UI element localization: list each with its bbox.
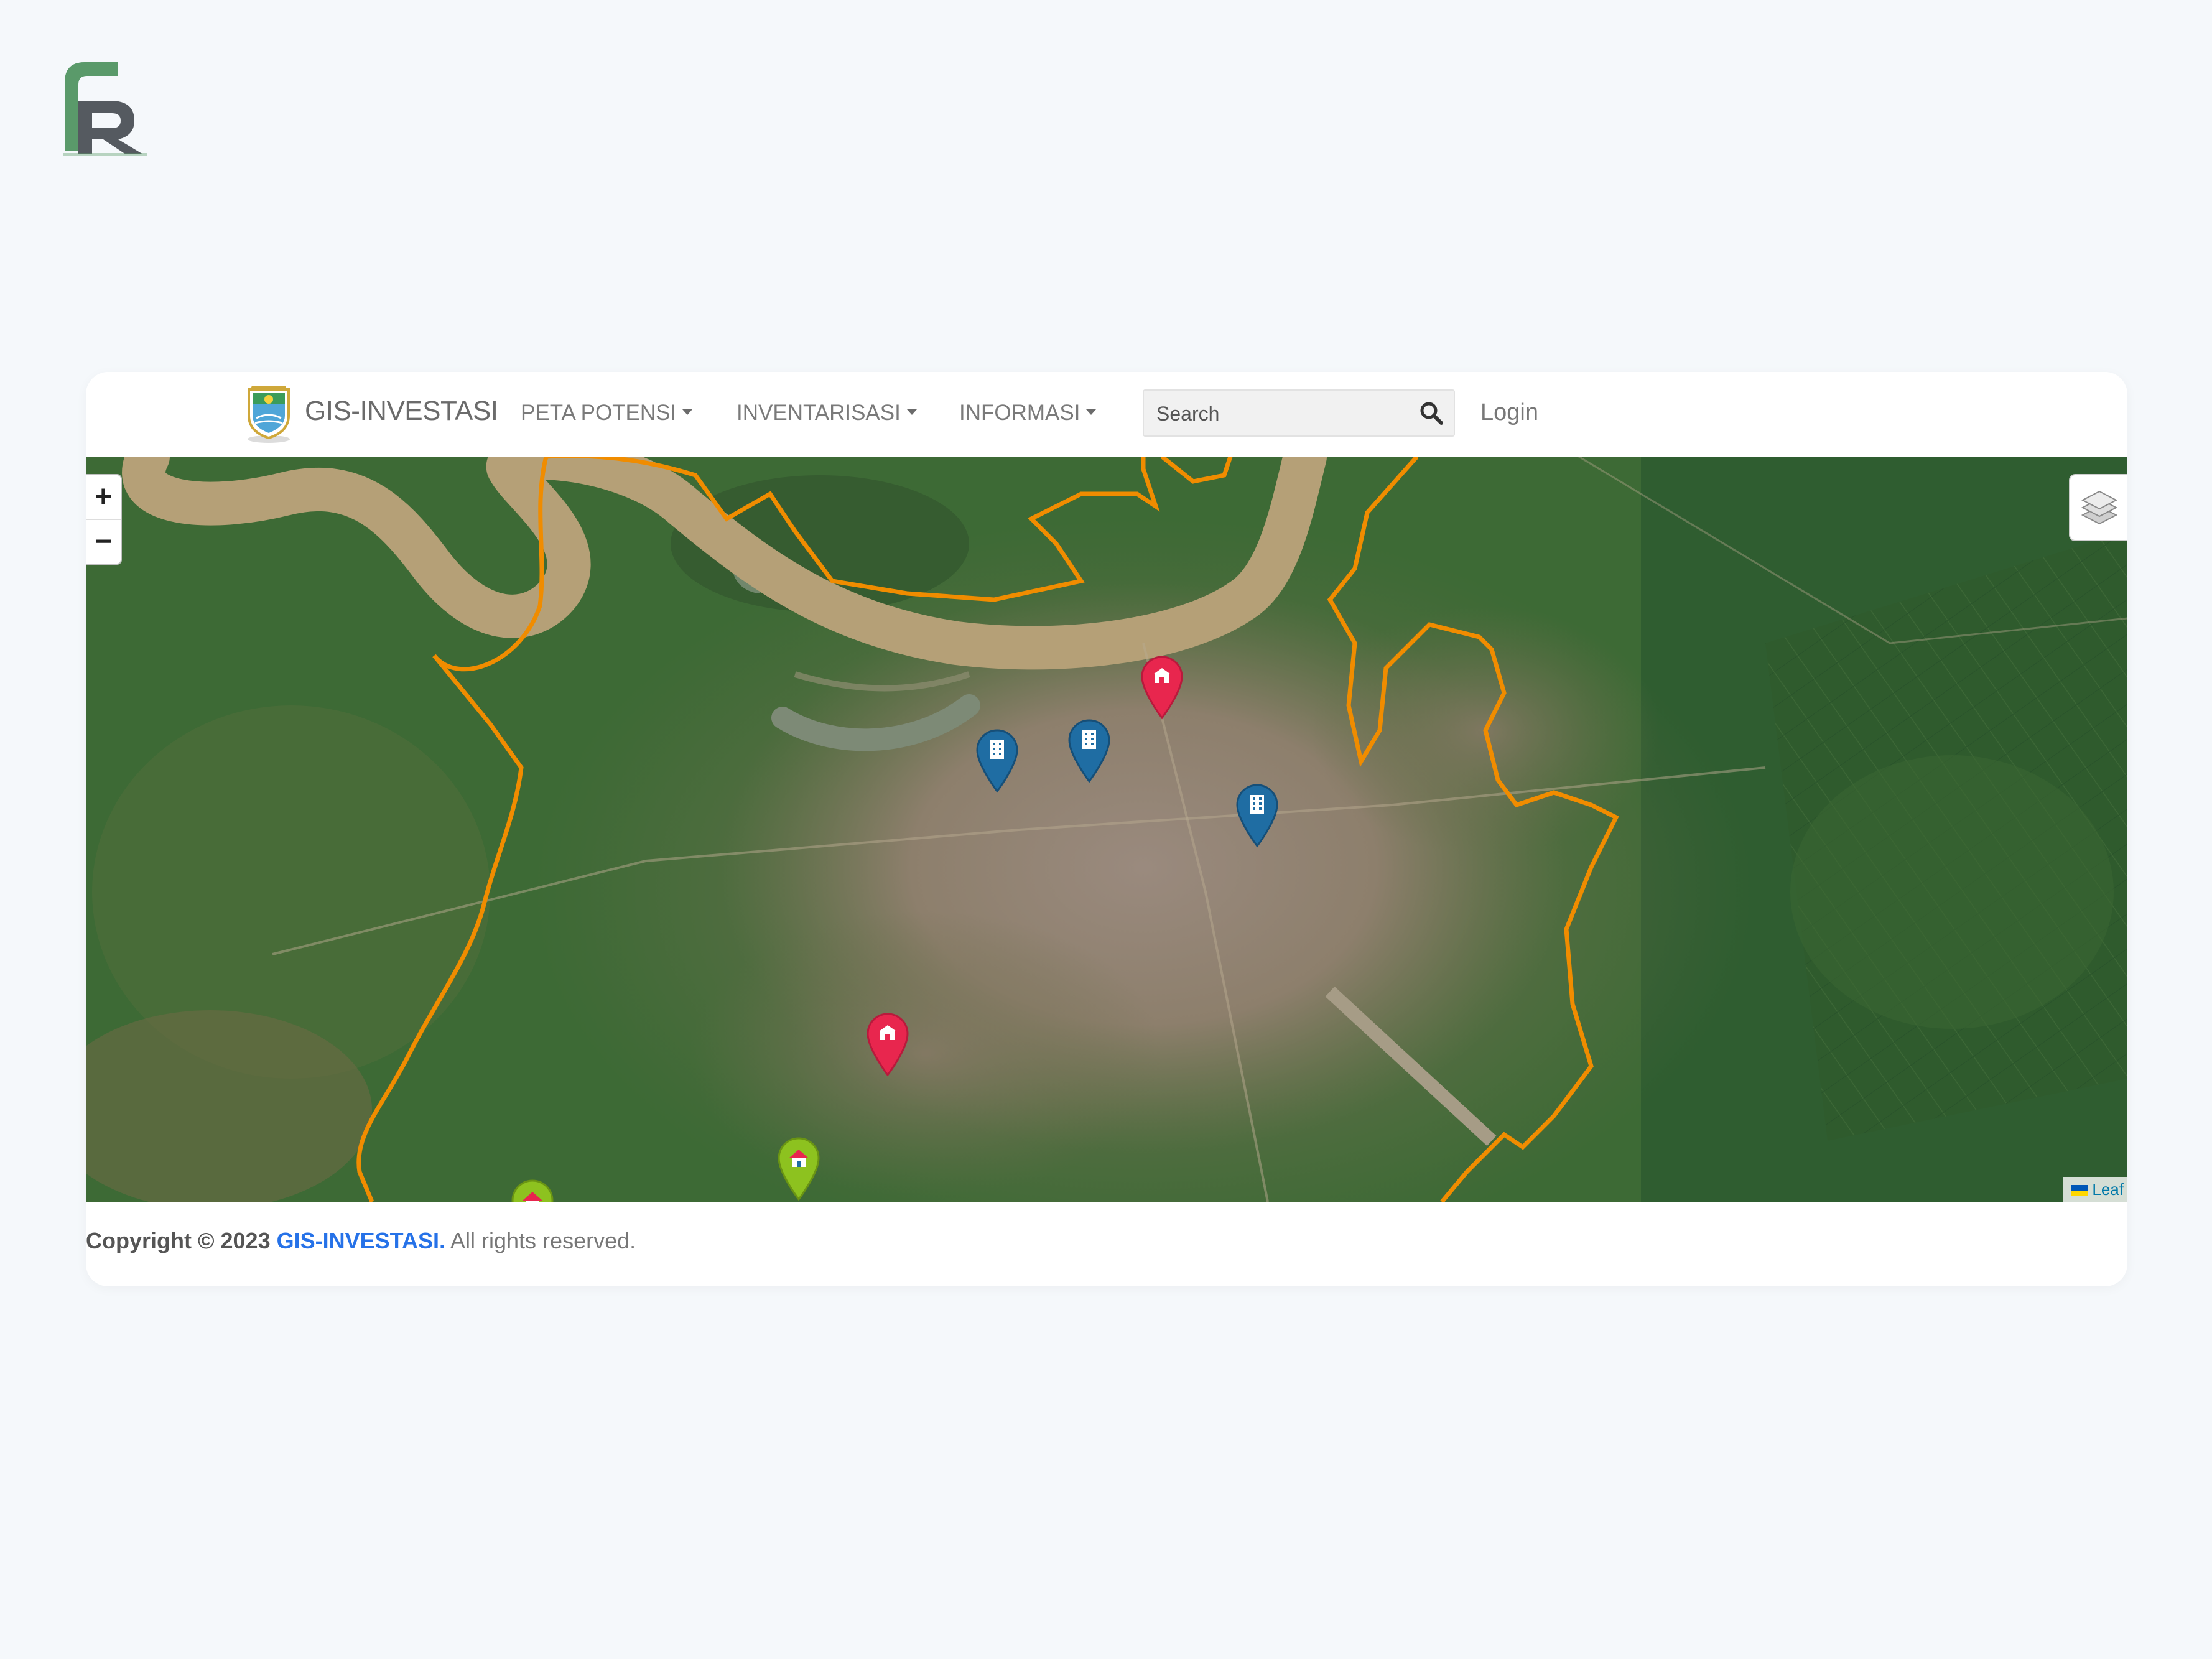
rights-text: All rights reserved. bbox=[450, 1228, 636, 1253]
menu-inventarisasi[interactable]: INVENTARISASI bbox=[737, 401, 917, 425]
copyright-prefix: Copyright © 2023 bbox=[86, 1228, 271, 1253]
marker-pin bbox=[1236, 784, 1278, 848]
caret-down-icon bbox=[682, 409, 693, 416]
map-marker-housing[interactable] bbox=[775, 1137, 822, 1202]
browser-frame: GIS-INVESTASI PETA POTENSI INVENTARISASI… bbox=[86, 372, 2127, 1286]
menu-label: PETA POTENSI bbox=[521, 401, 677, 425]
fr-logo-icon bbox=[63, 62, 147, 156]
navbar: GIS-INVESTASI PETA POTENSI INVENTARISASI… bbox=[86, 372, 2127, 457]
map-attribution[interactable]: Leaf bbox=[2063, 1177, 2127, 1202]
map-marker-office[interactable] bbox=[974, 729, 1021, 794]
office-building-icon bbox=[990, 740, 1004, 759]
zoom-out-button[interactable]: − bbox=[86, 520, 121, 564]
office-building-icon bbox=[1082, 730, 1096, 749]
menu-label: INFORMASI bbox=[959, 401, 1080, 425]
map-marker-office[interactable] bbox=[1234, 784, 1281, 848]
menu-informasi[interactable]: INFORMASI bbox=[959, 401, 1097, 425]
map-marker-government[interactable] bbox=[1138, 656, 1186, 720]
satellite-basemap[interactable] bbox=[86, 457, 2127, 1202]
search-box bbox=[1143, 389, 1455, 437]
search-input[interactable] bbox=[1155, 391, 1406, 437]
layers-control-button[interactable] bbox=[2069, 474, 2127, 541]
map-marker-government[interactable] bbox=[864, 1013, 911, 1077]
footer-site-link[interactable]: GIS-INVESTASI. bbox=[277, 1228, 445, 1253]
menu-peta-potensi[interactable]: PETA POTENSI bbox=[521, 401, 693, 425]
regional-emblem-icon[interactable] bbox=[243, 383, 295, 444]
attribution-text: Leaf bbox=[2092, 1180, 2124, 1199]
menu-label: INVENTARISASI bbox=[737, 401, 901, 425]
caret-down-icon bbox=[906, 409, 917, 416]
search-icon[interactable] bbox=[1418, 399, 1445, 427]
zoom-in-button[interactable]: + bbox=[86, 475, 121, 520]
footer-copyright: Copyright © 2023 GIS-INVESTASI. All righ… bbox=[86, 1228, 636, 1254]
office-building-icon bbox=[1250, 795, 1264, 814]
marker-pin bbox=[778, 1137, 820, 1201]
ukraine-flag-icon bbox=[2071, 1185, 2089, 1197]
brand-title[interactable]: GIS-INVESTASI bbox=[305, 396, 498, 427]
login-link[interactable]: Login bbox=[1480, 399, 1538, 426]
marker-pin bbox=[867, 1013, 909, 1077]
zoom-control: + − bbox=[86, 474, 122, 565]
map-marker-office[interactable] bbox=[1066, 719, 1113, 784]
marker-pin bbox=[1068, 719, 1110, 783]
layers-icon bbox=[2081, 490, 2117, 525]
map-marker-housing[interactable] bbox=[509, 1179, 556, 1202]
marker-pin bbox=[976, 729, 1018, 793]
marker-pin bbox=[1141, 656, 1183, 720]
map-view[interactable]: + − Leaf bbox=[86, 457, 2127, 1202]
caret-down-icon bbox=[1086, 409, 1097, 416]
